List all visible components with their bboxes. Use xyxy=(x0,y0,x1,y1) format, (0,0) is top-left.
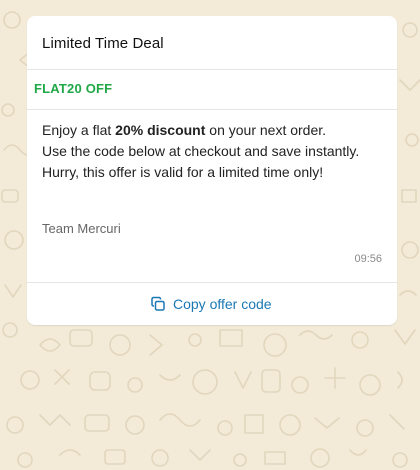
offer-tagline: FLAT20 OFF xyxy=(34,81,113,96)
message-line-1-prefix: Enjoy a flat xyxy=(42,122,116,138)
discount-highlight: 20% discount xyxy=(115,122,206,138)
offer-message-card: Limited Time Deal FLAT20 OFF Enjoy a fla… xyxy=(27,16,397,325)
copy-icon xyxy=(151,296,165,311)
message-line-2: Use the code below at checkout and save … xyxy=(42,143,360,159)
offer-tagline-row: FLAT20 OFF xyxy=(27,70,397,110)
message-body: Enjoy a flat 20% discount on your next o… xyxy=(42,120,387,183)
copy-offer-code-button[interactable]: Copy offer code xyxy=(27,282,397,325)
copy-offer-code-label[interactable]: Copy offer code xyxy=(173,296,272,312)
card-title: Limited Time Deal xyxy=(42,35,164,52)
message-line-3: Hurry, this offer is valid for a limited… xyxy=(42,164,324,180)
copy-offer-code-content[interactable]: Copy offer code xyxy=(150,295,272,313)
message-line-1: Enjoy a flat 20% discount on your next o… xyxy=(42,120,387,141)
card-header: Limited Time Deal xyxy=(27,16,397,70)
message-signature: Team Mercuri xyxy=(42,221,121,236)
message-timestamp: 09:56 xyxy=(354,253,382,265)
message-line-1-suffix: on your next order. xyxy=(205,122,327,138)
